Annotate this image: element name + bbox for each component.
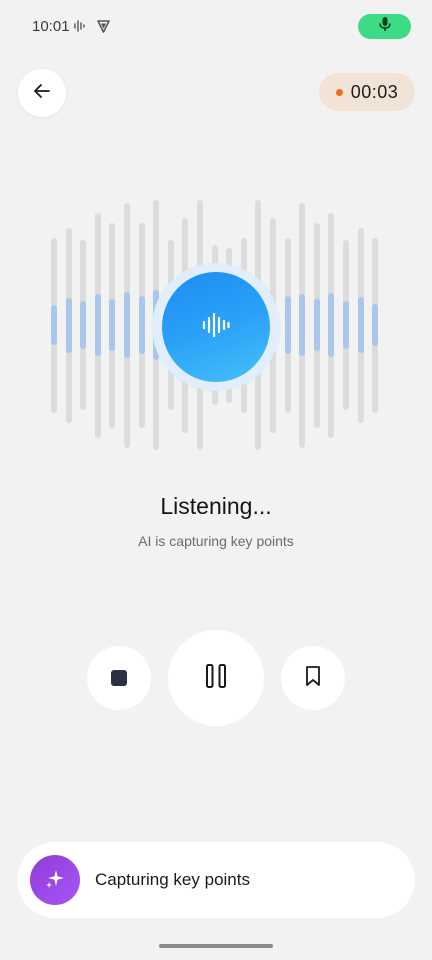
waveform-bar-level xyxy=(372,304,379,346)
recording-dot xyxy=(335,88,343,96)
waveform-bar-level xyxy=(80,301,87,349)
waveform-bar-level xyxy=(328,293,335,357)
bookmark-icon xyxy=(304,665,322,692)
listening-orb xyxy=(162,272,270,382)
capture-status-label: Capturing key points xyxy=(95,870,250,889)
status-title: Listening... xyxy=(160,493,272,519)
arrow-left-icon xyxy=(32,81,52,106)
status-time: 10:01 xyxy=(32,18,70,35)
stop-icon xyxy=(111,670,127,686)
waveform-bar-level xyxy=(65,297,72,353)
status-bar: 10:01 xyxy=(0,0,432,54)
waveform-icon xyxy=(201,311,231,344)
waveform-bar-level xyxy=(51,305,57,345)
home-indicator[interactable] xyxy=(159,944,273,948)
stop-button[interactable] xyxy=(87,646,151,710)
status-subtitle: AI is capturing key points xyxy=(138,533,294,549)
pause-icon xyxy=(205,663,227,694)
waveform-bar-level xyxy=(299,294,306,356)
waveform-bar-level xyxy=(109,299,116,351)
waveform-bar-level xyxy=(124,292,130,358)
waveform-bar-level xyxy=(343,301,349,349)
bookmark-button[interactable] xyxy=(281,646,345,710)
capture-status-card[interactable]: Capturing key points xyxy=(17,842,415,918)
waveform-bar-level xyxy=(138,296,145,354)
timer-value: 00:03 xyxy=(350,81,399,102)
microphone-icon xyxy=(378,16,392,37)
sparkle-icon xyxy=(44,867,66,894)
pause-button[interactable] xyxy=(168,630,264,726)
shield-icon xyxy=(96,19,111,39)
waveform-bar-level xyxy=(313,299,320,351)
recording-screen: 10:01 00:03 Listening... AI is capturing… xyxy=(0,0,432,960)
sparkle-icon-badge xyxy=(30,855,80,905)
waveform-bar-level xyxy=(284,296,291,354)
back-button[interactable] xyxy=(18,69,66,117)
waveform-bar-level xyxy=(357,297,364,353)
waveform-bar-level xyxy=(94,294,101,356)
mic-in-use-indicator[interactable] xyxy=(358,14,411,39)
recording-timer: 00:03 xyxy=(319,73,415,111)
waveform-icon xyxy=(73,19,87,38)
